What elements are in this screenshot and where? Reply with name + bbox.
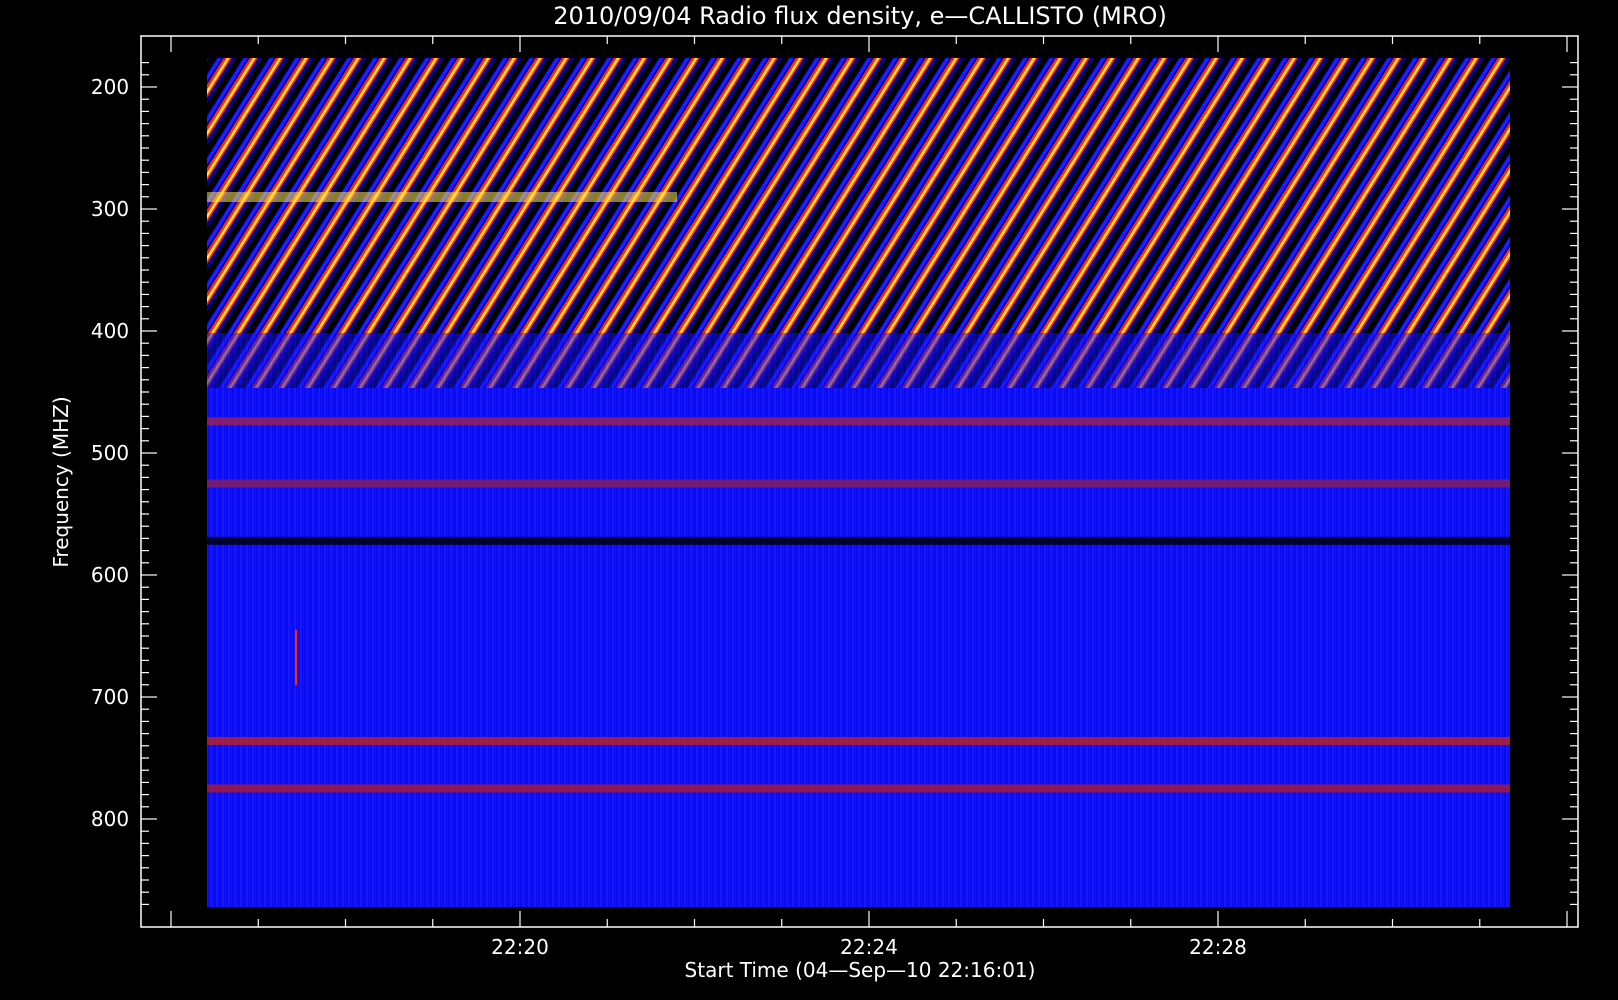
band-572: [207, 536, 1510, 545]
band-775: [207, 784, 1510, 793]
y-axis-label: Frequency (MHZ): [49, 396, 73, 567]
y-tick-label: 200: [91, 75, 129, 99]
y-tick-label: 500: [91, 441, 129, 465]
y-tick-label: 600: [91, 563, 129, 587]
y-tick-label: 700: [91, 685, 129, 709]
x-tick-label: 22:20: [491, 935, 549, 959]
x-tick-label: 22:28: [1189, 935, 1247, 959]
stripe-lower-fringe: [207, 333, 1510, 388]
spectrogram-image: [207, 58, 1510, 907]
y-tick-label: 300: [91, 197, 129, 221]
band-474: [207, 417, 1510, 426]
upper-bright-band: [207, 192, 677, 202]
y-tick-label: 800: [91, 807, 129, 831]
x-axis-label: Start Time (04—Sep—10 22:16:01): [685, 958, 1036, 982]
burst-marker: [295, 630, 297, 685]
chart-title: 2010/09/04 Radio flux density, e—CALLIST…: [553, 2, 1167, 30]
spectrogram-chart: 2010/09/04 Radio flux density, e—CALLIST…: [49, 2, 1579, 982]
band-736: [207, 736, 1510, 745]
band-525: [207, 479, 1510, 488]
y-tick-label: 400: [91, 319, 129, 343]
x-tick-label: 22:24: [840, 935, 898, 959]
